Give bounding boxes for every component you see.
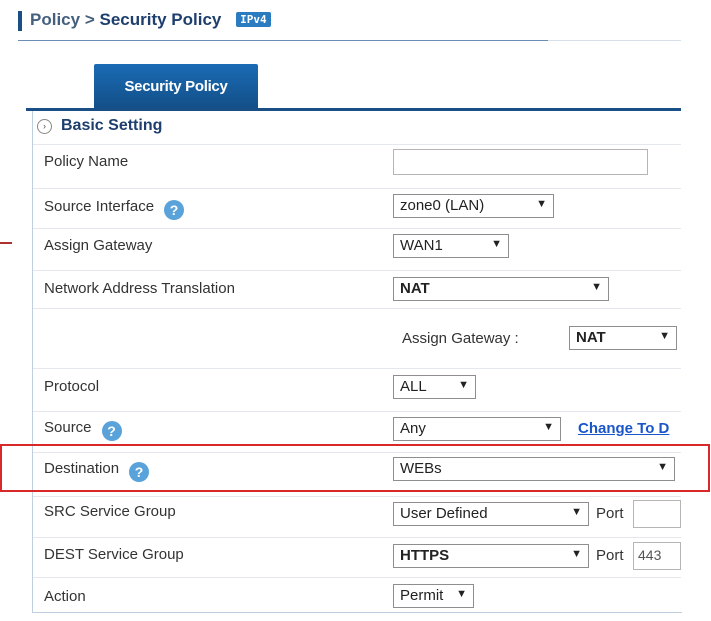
src-service-label: SRC Service Group <box>44 503 176 520</box>
expand-circle-icon[interactable]: › <box>37 119 52 134</box>
row-assign-gateway: Assign Gateway WAN1 ▼ <box>33 228 681 263</box>
row-src-service-group: SRC Service Group User Defined ▼ Port <box>33 496 681 531</box>
nat-select[interactable]: NAT ▼ <box>393 277 609 301</box>
row-nat: Network Address Translation NAT ▼ <box>33 270 681 305</box>
nat-label: Network Address Translation <box>44 280 235 297</box>
row-source: Source? Any ▼ Change To D <box>33 411 681 446</box>
source-value: Any <box>400 420 426 437</box>
breadcrumb-divider <box>18 40 548 41</box>
ipv4-badge: IPv4 <box>236 12 271 27</box>
source-label: Source? <box>44 419 122 441</box>
row-protocol: Protocol ALL ▼ <box>33 368 681 403</box>
action-value: Permit <box>400 587 444 604</box>
breadcrumb-current: Security Policy <box>99 10 222 29</box>
policy-name-label: Policy Name <box>44 153 129 170</box>
row-source-interface: Source Interface? zone0 (LAN) ▼ <box>33 188 681 223</box>
dest-service-label: DEST Service Group <box>44 546 184 563</box>
chevron-down-icon: ▼ <box>456 588 467 600</box>
dest-service-value: HTTPS <box>400 547 450 564</box>
assign-gateway-label: Assign Gateway <box>44 237 153 254</box>
nat-gateway-select[interactable]: NAT ▼ <box>569 326 677 350</box>
chevron-down-icon: ▼ <box>536 198 547 210</box>
row-nat-gateway: Assign Gateway : NAT ▼ <box>33 308 681 367</box>
breadcrumb-divider-faint <box>548 40 681 41</box>
action-select[interactable]: Permit ▼ <box>393 584 474 608</box>
help-icon[interactable]: ? <box>164 200 185 220</box>
src-port-label: Port <box>596 505 624 522</box>
protocol-label: Protocol <box>44 378 100 395</box>
breadcrumb: Policy > Security Policy IPv4 <box>30 10 271 30</box>
dest-service-select[interactable]: HTTPS ▼ <box>393 544 589 568</box>
chevron-down-icon: ▼ <box>571 548 582 560</box>
source-interface-label-text: Source Interface <box>44 198 155 215</box>
chevron-down-icon: ▼ <box>591 281 602 293</box>
dest-port-input[interactable]: 443 <box>633 542 681 570</box>
src-service-select[interactable]: User Defined ▼ <box>393 502 589 526</box>
annotation-pointer <box>0 242 12 244</box>
source-label-text: Source <box>44 419 92 436</box>
protocol-value: ALL <box>400 378 427 395</box>
row-dest-service-group: DEST Service Group HTTPS ▼ Port 443 <box>33 537 681 572</box>
nat-gateway-value: NAT <box>576 329 606 346</box>
action-label: Action <box>44 588 86 605</box>
assign-gateway-select[interactable]: WAN1 ▼ <box>393 234 509 258</box>
chevron-down-icon: ▼ <box>571 506 582 518</box>
source-interface-select[interactable]: zone0 (LAN) ▼ <box>393 194 554 218</box>
chevron-down-icon: ▼ <box>491 238 502 250</box>
source-interface-label: Source Interface? <box>44 198 185 220</box>
source-interface-value: zone0 (LAN) <box>400 197 485 214</box>
help-icon[interactable]: ? <box>101 421 122 441</box>
breadcrumb-separator: > <box>84 10 95 29</box>
nat-value: NAT <box>400 280 430 297</box>
breadcrumb-root[interactable]: Policy <box>30 10 80 29</box>
assign-gateway-value: WAN1 <box>400 237 443 254</box>
section-title: Basic Setting <box>61 117 163 134</box>
change-to-link[interactable]: Change To D <box>578 420 669 437</box>
breadcrumb-accent-bar <box>18 11 22 31</box>
chevron-down-icon: ▼ <box>543 421 554 433</box>
policy-name-input[interactable] <box>393 149 648 175</box>
src-service-value: User Defined <box>400 505 488 522</box>
tab-security-policy[interactable]: Security Policy <box>94 64 258 109</box>
chevron-down-icon: ▼ <box>659 330 670 342</box>
protocol-select[interactable]: ALL ▼ <box>393 375 476 399</box>
source-select[interactable]: Any ▼ <box>393 417 561 441</box>
highlight-box <box>0 444 710 492</box>
row-action: Action Permit ▼ <box>33 577 681 612</box>
nat-gateway-label: Assign Gateway : <box>402 330 519 347</box>
src-port-input[interactable] <box>633 500 681 528</box>
dest-port-label: Port <box>596 547 624 564</box>
section-basic-setting[interactable]: › Basic Setting <box>32 115 681 141</box>
chevron-down-icon: ▼ <box>458 379 469 391</box>
row-policy-name: Policy Name <box>33 144 681 179</box>
